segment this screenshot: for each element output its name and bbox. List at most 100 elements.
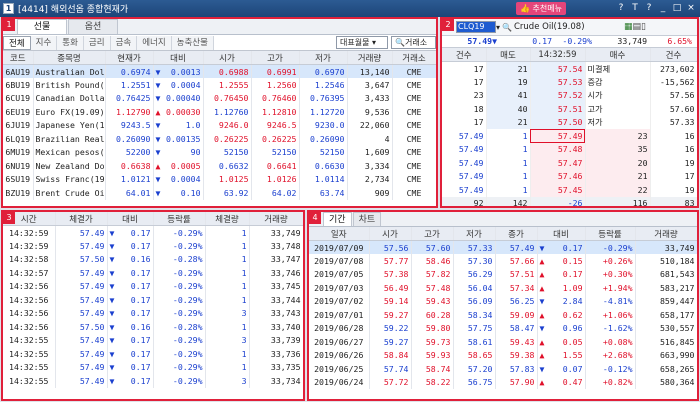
text-button[interactable]: T	[628, 1, 642, 15]
column-header[interactable]: 저가	[299, 51, 348, 65]
column-header[interactable]: 건수	[442, 48, 487, 62]
cell-high: 52150	[251, 145, 300, 159]
table-row[interactable]: 2019/07/09 57.56 57.60 57.33 57.49 ▼ 0.17 -0.29…	[309, 240, 697, 254]
info-button[interactable]: ?	[642, 1, 656, 15]
column-header[interactable]: 체결가	[55, 212, 108, 226]
table-row[interactable]: 2019/06/26 58.84 59.93 58.65 59.38 ▲ 1.55 +2.68…	[309, 348, 697, 362]
cell-exchange: CME	[392, 105, 436, 119]
column-header[interactable]: 14:32:59	[530, 48, 586, 62]
column-header[interactable]: 고가	[251, 51, 300, 65]
grid-icon[interactable]: ▦	[624, 22, 633, 32]
column-header[interactable]: 저가	[453, 227, 496, 241]
subtab-energy[interactable]: 에너지	[137, 35, 172, 50]
ask-price[interactable]: 57.51	[530, 102, 586, 116]
tab-futures[interactable]: 선물	[17, 19, 67, 34]
column-header[interactable]: 거래소	[392, 51, 436, 65]
column-header[interactable]: 코드	[3, 51, 34, 65]
bid-price[interactable]: 57.46	[530, 169, 586, 183]
subtab-agri[interactable]: 농축산물	[171, 35, 214, 50]
column-header[interactable]: 거래량	[635, 227, 697, 241]
subtab-index[interactable]: 지수	[30, 35, 58, 50]
minimize-button[interactable]: _	[656, 1, 670, 15]
table-row[interactable]: 6BU19 British Pound(1.2551 ▼ 0.0004 1.2555 1.…	[3, 78, 436, 92]
column-header[interactable]: 시가	[369, 227, 412, 241]
tab-period[interactable]: 기간	[323, 212, 352, 226]
column-header[interactable]: 등락률	[585, 227, 636, 241]
code-input[interactable]: CLQ19	[456, 21, 496, 33]
subtab-currency[interactable]: 통화	[57, 35, 84, 50]
ask-price[interactable]: 57.53	[530, 75, 586, 89]
column-header[interactable]: 시가	[203, 51, 252, 65]
table-row[interactable]: 6SU19 Swiss Franc(19 1.0121 ▼ 0.0004 1.0125 1.…	[3, 172, 436, 186]
column-header[interactable]: 매수	[585, 48, 651, 62]
column-header[interactable]: 대비	[107, 212, 154, 226]
table-row[interactable]: 6AU19 Australian Dol 0.6974 ▼ 0.0013 0.6988 0.…	[3, 64, 436, 78]
search-icon[interactable]: 🔍	[502, 23, 512, 32]
help-button[interactable]: ?	[614, 1, 628, 15]
table-row[interactable]: 14:32:55 57.49 ▼ 0.17 -0.29% 3 33,739	[3, 333, 303, 347]
column-header[interactable]: 건수	[650, 48, 697, 62]
table-row[interactable]: 6CU19 Canadian Dolla 0.76425 ▼ 0.00040 0.7645…	[3, 91, 436, 105]
table-row[interactable]: 14:32:59 57.49 ▼ 0.17 -0.29% 1 33,748	[3, 239, 303, 253]
table-row[interactable]: 2019/07/02 59.14 59.43 56.09 56.25 ▼ 2.84 -4.81…	[309, 294, 697, 308]
table-row[interactable]: 14:32:55 57.49 ▼ 0.17 -0.29% 3 33,734	[3, 374, 303, 388]
column-header[interactable]: 종목명	[33, 51, 106, 65]
table-row[interactable]: 2019/06/24 57.72 58.22 56.75 57.90 ▲ 0.47 +0.82…	[309, 375, 697, 389]
bid-price[interactable]: 57.49	[530, 129, 586, 143]
table-row[interactable]: 14:32:55 57.49 ▼ 0.17 -0.29% 1 33,736	[3, 347, 303, 361]
table-row[interactable]: 6EU19 Euro FX(19.09) 1.12790 ▲ 0.00030 1.1276…	[3, 105, 436, 119]
table-row[interactable]: 14:32:58 57.50 ▼ 0.16 -0.28% 1 33,747	[3, 252, 303, 266]
lock-icon[interactable]: ▯	[641, 22, 646, 32]
table-row[interactable]: 14:32:57 57.49 ▼ 0.17 -0.29% 1 33,746	[3, 266, 303, 280]
cell-open: 59.22	[369, 321, 412, 335]
subtab-rates[interactable]: 금리	[83, 35, 111, 50]
column-header[interactable]: 거래량	[249, 212, 303, 226]
column-header[interactable]: 종가	[495, 227, 538, 241]
subtab-all[interactable]: 전체	[3, 35, 31, 50]
table-row[interactable]: 14:32:56 57.49 ▼ 0.17 -0.29% 1 33,744	[3, 293, 303, 307]
column-header[interactable]: 현재가	[105, 51, 154, 65]
column-header[interactable]: 등락률	[153, 212, 206, 226]
column-header[interactable]: 일자	[309, 227, 370, 241]
bid-price[interactable]: 57.47	[530, 156, 586, 170]
table-row[interactable]: 6MU19 Mexican pesos(52200 ▼ 90 52150 52150 521…	[3, 145, 436, 159]
tab-chart[interactable]: 차트	[352, 212, 382, 226]
column-header[interactable]: 거래량	[347, 51, 393, 65]
exchange-button[interactable]: 🔍거래소	[391, 36, 436, 49]
table-row[interactable]: 14:32:56 57.49 ▼ 0.17 -0.29% 3 33,743	[3, 306, 303, 320]
table-row[interactable]: 14:32:59 57.49 ▼ 0.17 -0.29% 1 33,749	[3, 225, 303, 239]
column-header[interactable]: 체결량	[205, 212, 250, 226]
close-button[interactable]: ×	[684, 1, 698, 15]
table-row[interactable]: 2019/06/28 59.22 59.80 57.75 58.47 ▼ 0.96 -1.62…	[309, 321, 697, 335]
table-row[interactable]: 2019/07/01 59.27 60.28 58.34 59.09 ▲ 0.62 +1.06…	[309, 308, 697, 322]
column-header[interactable]: 대비	[537, 227, 586, 241]
chevron-down-icon[interactable]: ▾	[496, 23, 500, 32]
table-row[interactable]: BZU19 Brent Crude Oi 64.01 ▼ 0.10 63.92 64.02 6…	[3, 186, 436, 200]
ask-price[interactable]: 57.54	[530, 61, 586, 75]
table-row[interactable]: 2019/06/25 57.74 58.74 57.20 57.83 ▼ 0.07 -0.12…	[309, 362, 697, 376]
bid-price[interactable]: 57.48	[530, 142, 586, 156]
month-select[interactable]: 대표월물 ▾	[336, 36, 388, 49]
recommend-menu-button[interactable]: 👍 추천메뉴	[516, 2, 566, 15]
column-header[interactable]: 고가	[411, 227, 454, 241]
bid-price[interactable]: 57.45	[530, 183, 586, 197]
subtab-metals[interactable]: 금속	[110, 35, 138, 50]
list-icon[interactable]: ▤	[633, 22, 642, 32]
column-header[interactable]: 매도	[486, 48, 531, 62]
ask-price[interactable]: 57.50	[530, 115, 586, 129]
table-row[interactable]: 6NU19 New Zealand Do 0.6638 ▲ 0.0005 0.6632 0.…	[3, 159, 436, 173]
table-row[interactable]: 14:32:56 57.49 ▼ 0.17 -0.29% 1 33,745	[3, 279, 303, 293]
table-row[interactable]: 6JU19 Japanese Yen(1 9243.5 ▼ 1.0 9246.0 9246.…	[3, 118, 436, 132]
ask-price[interactable]: 57.52	[530, 88, 586, 102]
column-header[interactable]: 대비	[153, 51, 204, 65]
table-row[interactable]: 2019/07/08 57.77 58.46 57.30 57.66 ▲ 0.15 +0.26…	[309, 254, 697, 268]
futures-table: 코드 종목명 현재가 대비 시가 고가 저가 거래량 거래소 6AU19 Australian D…	[3, 51, 436, 200]
tab-options[interactable]: 옵션	[68, 19, 118, 34]
table-row[interactable]: 2019/07/03 56.49 57.48 56.04 57.34 ▲ 1.09 +1.94…	[309, 281, 697, 295]
table-row[interactable]: 2019/06/27 59.27 59.73 58.61 59.43 ▲ 0.05 +0.08…	[309, 335, 697, 349]
table-row[interactable]: 14:32:55 57.49 ▼ 0.17 -0.29% 1 33,735	[3, 360, 303, 374]
table-row[interactable]: 6LQ19 Brazilian Real 0.26090 ▼ 0.00135 0.2622…	[3, 132, 436, 146]
table-row[interactable]: 14:32:56 57.50 ▼ 0.16 -0.28% 1 33,740	[3, 320, 303, 334]
table-row[interactable]: 2019/07/05 57.38 57.82 56.29 57.51 ▲ 0.17 +0.30…	[309, 267, 697, 281]
maximize-button[interactable]: □	[670, 1, 684, 15]
